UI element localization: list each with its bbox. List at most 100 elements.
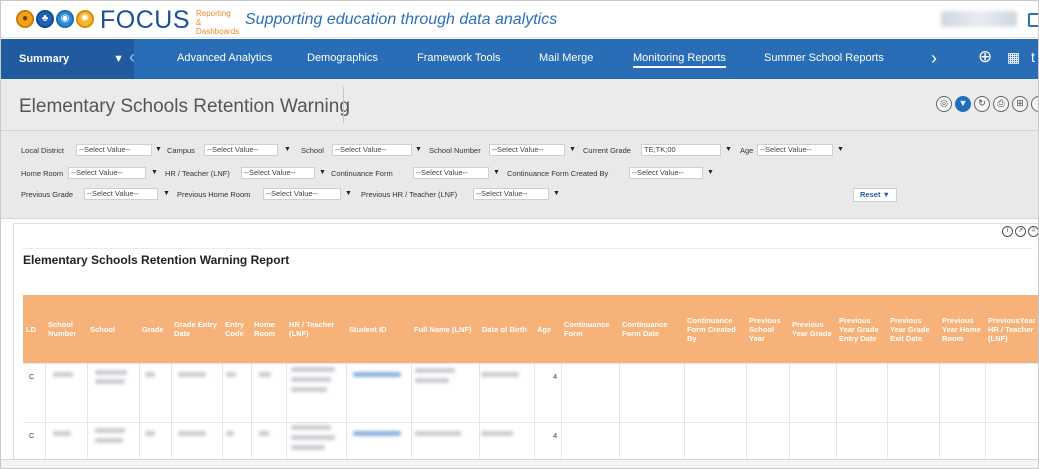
previous-home-room-select[interactable]: --Select Value-- — [263, 188, 341, 200]
filter-label-age: Age — [740, 146, 754, 155]
nav-item-summer-school-reports[interactable]: Summer School Reports — [764, 52, 884, 64]
campus-select[interactable]: --Select Value-- — [204, 144, 278, 156]
export-icon[interactable]: ⊞ — [1012, 96, 1028, 112]
redacted-value — [95, 379, 125, 384]
column-header[interactable]: Entry Code — [222, 295, 251, 363]
info-icon[interactable]: i — [1002, 226, 1013, 237]
reset-button[interactable]: Reset ▼ — [853, 188, 897, 202]
grid-line — [45, 363, 46, 461]
column-header[interactable]: PreviousYear HR / Teacher (LNF) — [985, 295, 1038, 363]
grid-line — [411, 363, 412, 461]
filter-label-hr-teacher: HR / Teacher (LNF) — [165, 169, 230, 178]
caret-down-icon[interactable]: ▼ — [569, 146, 576, 153]
student-id-link[interactable] — [353, 431, 401, 436]
column-header[interactable]: Previous Year Home Room — [939, 295, 985, 363]
column-header[interactable]: Previous Year Grade Entry Date — [836, 295, 887, 363]
nav-item-monitoring-reports[interactable]: Monitoring Reports — [633, 52, 726, 68]
add-circle-icon[interactable]: ⊕ — [978, 47, 992, 67]
column-header[interactable]: Student ID — [346, 295, 411, 363]
column-header[interactable]: Previous Year Grade Exit Date — [887, 295, 939, 363]
redacted-value — [481, 372, 519, 377]
document-icon[interactable] — [1028, 13, 1038, 27]
age-select[interactable]: --Select Value-- — [757, 144, 833, 156]
download-icon[interactable]: ⇩ — [1028, 226, 1038, 237]
student-id-link[interactable] — [353, 372, 401, 377]
filter-label-school-number: School Number — [429, 146, 481, 155]
school-select[interactable]: --Select Value-- — [332, 144, 412, 156]
chevron-right-icon[interactable]: › — [931, 48, 937, 69]
column-header[interactable]: Date of Birth — [479, 295, 534, 363]
caret-down-icon[interactable]: ▼ — [553, 190, 560, 197]
redacted-value — [291, 387, 327, 392]
expand-icon[interactable]: ↗ — [1015, 226, 1026, 237]
target-icon[interactable]: ◎ — [936, 96, 952, 112]
logo-circle-icon: ✺ — [76, 10, 94, 28]
grid-line — [619, 363, 620, 461]
filter-label-home-room: Home Room — [21, 169, 64, 178]
page-title-bar: Elementary Schools Retention Warning ◎ ▼… — [1, 79, 1038, 131]
filter-label-school: School — [301, 146, 324, 155]
redacted-value — [259, 431, 269, 436]
column-header[interactable]: School Number — [45, 295, 87, 363]
redacted-value — [259, 372, 271, 377]
local-district-select[interactable]: --Select Value-- — [76, 144, 152, 156]
caret-down-icon[interactable]: ▼ — [415, 146, 422, 153]
column-header[interactable]: Age — [534, 295, 561, 363]
chevron-left-icon[interactable]: ‹ — [129, 47, 135, 68]
column-header[interactable]: HR / Teacher (LNF) — [286, 295, 346, 363]
caret-down-icon[interactable]: ▼ — [725, 146, 732, 153]
caret-down-icon[interactable]: ▼ — [707, 169, 714, 176]
column-header[interactable]: LD — [23, 295, 45, 363]
more-icon[interactable]: t — [1031, 49, 1035, 65]
caret-down-icon[interactable]: ▼ — [163, 190, 170, 197]
redacted-value — [53, 372, 73, 377]
column-header[interactable]: Grade Entry Date — [171, 295, 222, 363]
column-header[interactable]: Full Name (LNF) — [411, 295, 479, 363]
caret-down-icon[interactable]: ▼ — [284, 146, 291, 153]
nav-item-advanced-analytics[interactable]: Advanced Analytics — [177, 52, 272, 64]
column-header[interactable]: Continuance Form Created By — [684, 295, 746, 363]
previous-hr-teacher-select[interactable]: --Select Value-- — [473, 188, 549, 200]
nav-item-mail-merge[interactable]: Mail Merge — [539, 52, 593, 64]
column-header[interactable]: Previous Year Grade — [789, 295, 836, 363]
column-header[interactable]: Previous School Year — [746, 295, 789, 363]
filter-icon[interactable]: ▼ — [955, 96, 971, 112]
refresh-icon[interactable]: ↻ — [974, 96, 990, 112]
previous-grade-select[interactable]: --Select Value-- — [84, 188, 158, 200]
caret-down-icon[interactable]: ▼ — [319, 169, 326, 176]
hr-teacher-select[interactable]: --Select Value-- — [241, 167, 315, 179]
horizontal-scrollbar[interactable] — [1, 459, 1038, 468]
brand-name: FOCUS — [100, 6, 190, 34]
summary-dropdown[interactable]: Summary ▼ — [1, 39, 134, 79]
grid-line — [222, 363, 223, 461]
redacted-value — [291, 425, 331, 430]
redacted-value — [226, 431, 234, 436]
app-window: ● ♣ ◉ ✺ FOCUS Reporting & Dashboards Sup… — [0, 0, 1039, 469]
current-grade-select[interactable]: TE;TK;00 — [641, 144, 721, 156]
user-info[interactable] — [941, 11, 1017, 27]
caret-down-icon[interactable]: ▼ — [155, 146, 162, 153]
filter-label-continuance-form: Continuance Form — [331, 169, 393, 178]
column-header[interactable]: Home Room — [251, 295, 286, 363]
info-icon[interactable]: i — [1031, 96, 1038, 112]
main-nav: Summary ▼ ‹ Advanced Analytics Demograph… — [1, 39, 1038, 79]
divider — [343, 87, 344, 123]
school-number-select[interactable]: --Select Value-- — [489, 144, 565, 156]
column-header[interactable]: Grade — [139, 295, 171, 363]
column-header[interactable]: School — [87, 295, 139, 363]
continuance-form-created-by-select[interactable]: --Select Value-- — [629, 167, 703, 179]
caret-down-icon[interactable]: ▼ — [837, 146, 844, 153]
print-icon[interactable]: ⎙ — [993, 96, 1009, 112]
continuance-form-select[interactable]: --Select Value-- — [413, 167, 489, 179]
nav-item-framework-tools[interactable]: Framework Tools — [417, 52, 501, 64]
home-room-select[interactable]: --Select Value-- — [68, 167, 146, 179]
caret-down-icon[interactable]: ▼ — [493, 169, 500, 176]
caret-down-icon[interactable]: ▼ — [345, 190, 352, 197]
cell-age: 4 — [553, 431, 558, 440]
nav-item-demographics[interactable]: Demographics — [307, 52, 378, 64]
grid-icon[interactable]: ▦ — [1007, 49, 1020, 66]
caret-down-icon[interactable]: ▼ — [151, 169, 158, 176]
column-header[interactable]: Continuance Form Date — [619, 295, 684, 363]
grid-line — [534, 363, 535, 461]
column-header[interactable]: Continuance Form — [561, 295, 619, 363]
